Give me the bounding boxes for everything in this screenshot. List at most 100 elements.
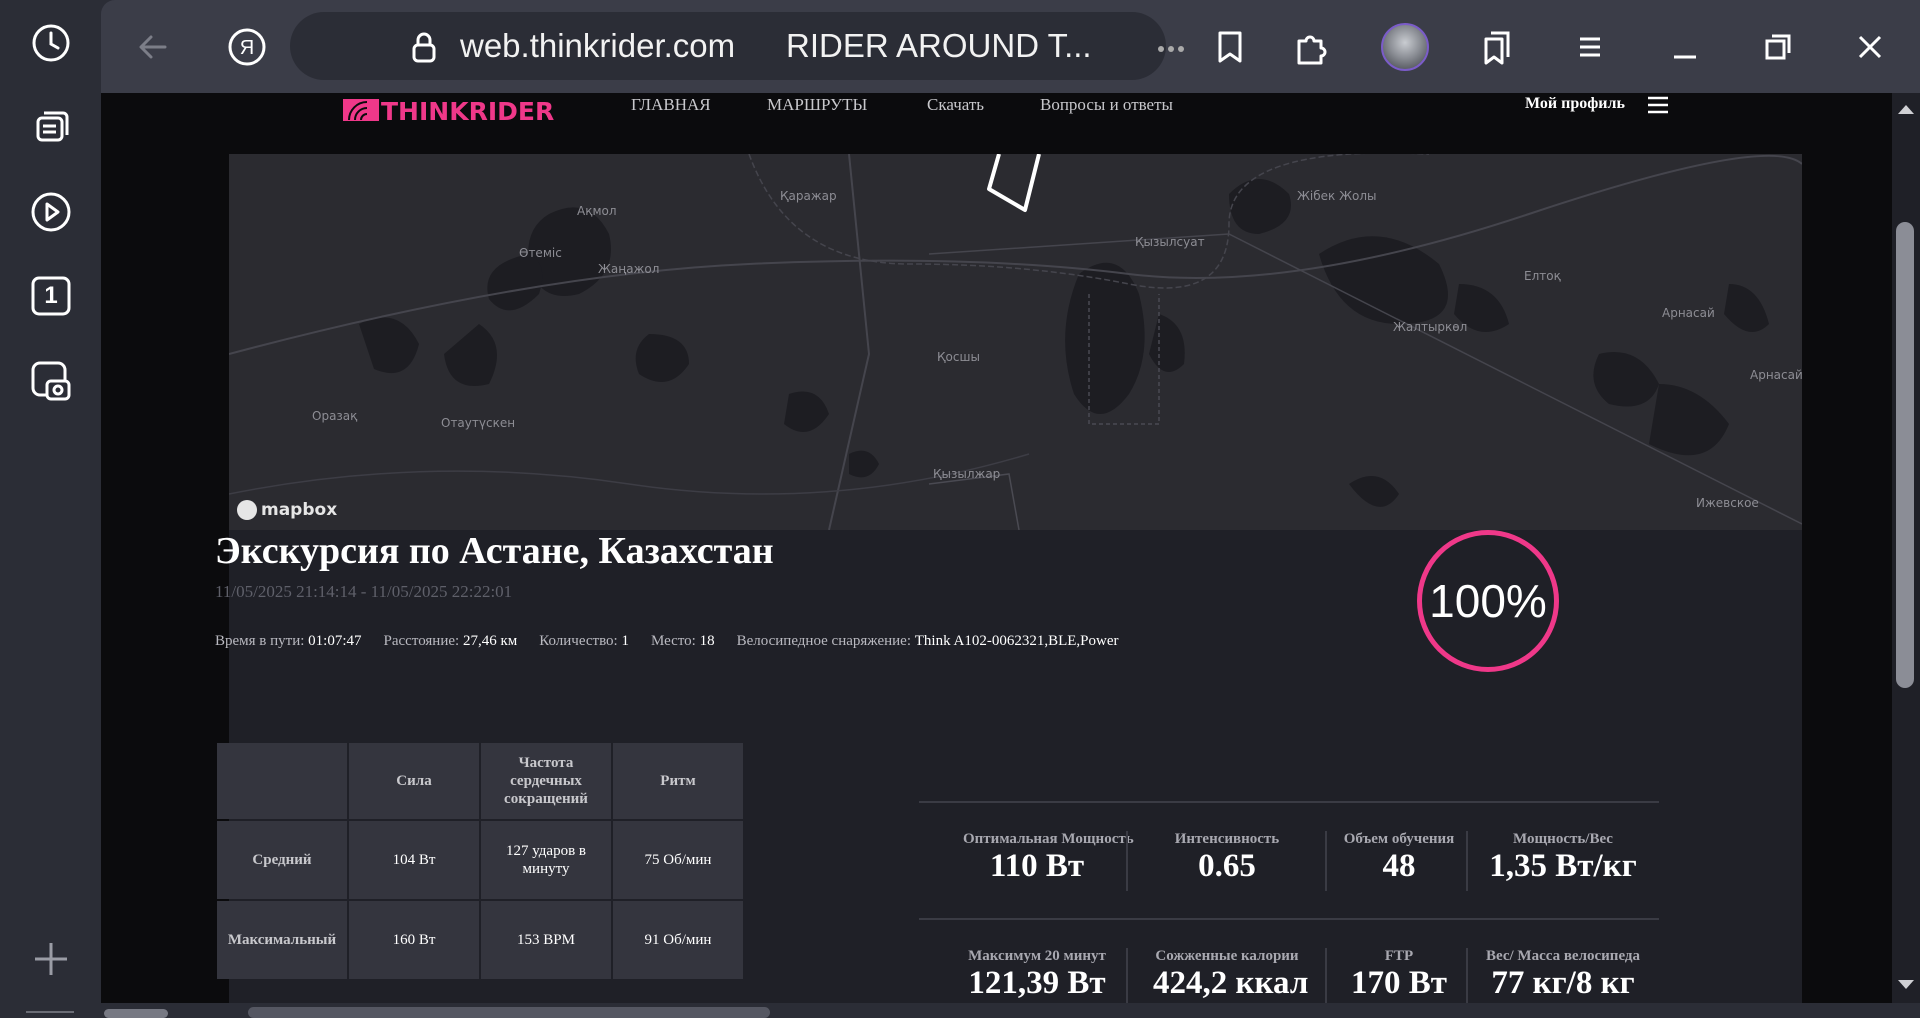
side-panel-divider <box>26 1011 74 1013</box>
extensions-icon[interactable] <box>1287 24 1335 70</box>
tab-counter-value: 1 <box>44 282 58 309</box>
table-cell: 75 Об/мин <box>613 821 743 899</box>
map-label: Ижевское <box>1696 496 1759 510</box>
metric-power-weight: Мощность/Вес 1,35 Вт/кг <box>1489 831 1637 884</box>
metric-separator <box>1466 948 1468 1003</box>
collections-icon[interactable] <box>28 104 74 150</box>
history-icon[interactable] <box>28 20 74 66</box>
table-cell: 104 Вт <box>349 821 479 899</box>
close-icon[interactable] <box>1846 24 1894 70</box>
profile-avatar[interactable] <box>1381 23 1429 71</box>
metric-calories: Сожженные калории 424,2 ккал <box>1153 948 1309 1001</box>
scroll-thumb[interactable] <box>1896 222 1914 688</box>
map-label: Қосшы <box>937 350 980 364</box>
metrics-divider <box>919 918 1659 920</box>
metrics-divider <box>919 801 1659 803</box>
bookmark-icon[interactable] <box>1206 24 1254 70</box>
site-menu-icon[interactable] <box>1646 95 1670 115</box>
meta-duration: Время в пути: 01:07:47 <box>215 633 362 649</box>
table-cell: 127 ударов в минуту <box>481 821 611 899</box>
route-map[interactable]: Қаражар Ақмол Өтеміс Жаңажол Қызылсуат Ж… <box>229 154 1802 530</box>
map-label: Ақмол <box>577 204 617 218</box>
meta-equipment: Велосипедное снаряжение: Think A102-0062… <box>736 633 1119 649</box>
stats-table: Сила Частота сердечных сокращений Ритм С… <box>215 741 745 981</box>
map-label: Өтеміс <box>519 246 562 260</box>
video-play-icon[interactable] <box>28 189 74 235</box>
map-label: Арнасай <box>1662 306 1715 320</box>
page-viewport: THINKRIDER ГЛАВНАЯ МАРШРУТЫ Скачать Вопр… <box>101 93 1892 1003</box>
thinkrider-logo[interactable]: THINKRIDER <box>343 96 565 124</box>
metric-separator <box>1325 948 1327 1003</box>
map-label: Жалтыркөл <box>1393 320 1468 334</box>
more-dots-icon[interactable] <box>1147 24 1195 70</box>
ride-title: Экскурсия по Астане, Казахстан <box>215 530 774 572</box>
map-label: Жаңажол <box>598 262 660 276</box>
map-label: Қызылжар <box>933 467 1001 481</box>
nav-faq[interactable]: Вопросы и ответы <box>1040 95 1173 115</box>
meta-count: Количество: 1 <box>539 633 629 649</box>
metric-training-volume: Объем обучения 48 <box>1343 831 1455 884</box>
row-label: Максимальный <box>217 901 347 979</box>
nav-home[interactable]: ГЛАВНАЯ <box>631 95 711 115</box>
site-header: THINKRIDER ГЛАВНАЯ МАРШРУТЫ Скачать Вопр… <box>101 93 1892 153</box>
map-label: Қаражар <box>780 189 837 203</box>
metric-max-20min: Максимум 20 минут 121,39 Вт <box>968 948 1106 1001</box>
hscroll-thumb-small[interactable] <box>104 1009 168 1018</box>
menu-icon[interactable] <box>1566 24 1614 70</box>
mapbox-icon <box>237 500 257 520</box>
table-header: Ритм <box>613 743 743 819</box>
logo-text: THINKRIDER <box>381 97 554 124</box>
meta-place: Место: 18 <box>650 633 715 649</box>
meta-distance: Расстояние: 27,46 км <box>383 633 518 649</box>
hscroll-thumb[interactable] <box>248 1007 770 1018</box>
table-cell: 153 BPM <box>481 901 611 979</box>
metric-separator <box>1126 831 1128 891</box>
nav-routes[interactable]: МАРШРУТЫ <box>767 95 867 115</box>
browser-side-panel: 1 <box>0 0 101 1018</box>
minimize-icon[interactable] <box>1661 24 1709 70</box>
completion-value: 100% <box>1429 575 1547 627</box>
map-label: Отаутүскен <box>441 416 516 430</box>
metric-intensity: Интенсивность 0.65 <box>1174 831 1280 884</box>
map-label: Арнасай <box>1750 368 1802 382</box>
scroll-down-icon[interactable] <box>1896 978 1916 992</box>
my-profile-link[interactable]: Мой профиль <box>1525 95 1625 113</box>
scroll-up-icon[interactable] <box>1896 102 1916 116</box>
nav-download[interactable]: Скачать <box>927 95 984 115</box>
table-row: Максимальный 160 Вт 153 BPM 91 Об/мин <box>217 901 743 979</box>
map-canvas <box>229 154 1802 530</box>
metric-ftp: FTP 170 Вт <box>1351 948 1447 1001</box>
ride-meta: Время в пути: 01:07:47 Расстояние: 27,46… <box>215 633 1118 650</box>
mapbox-text: mapbox <box>261 500 338 520</box>
metric-weight: Вес/ Масса велосипеда 77 кг/8 кг <box>1486 948 1640 1001</box>
tab-counter-icon[interactable]: 1 <box>28 273 74 319</box>
table-cell: 91 Об/мин <box>613 901 743 979</box>
mapbox-attribution[interactable]: mapbox <box>237 500 337 520</box>
table-header: Частота сердечных сокращений <box>481 743 611 819</box>
table-row: Средний 104 Вт 127 ударов в минуту 75 Об… <box>217 821 743 899</box>
map-label: Қызылсуат <box>1135 235 1205 249</box>
table-header-row: Сила Частота сердечных сокращений Ритм <box>217 743 743 819</box>
metric-separator <box>1325 831 1327 891</box>
table-header <box>217 743 347 819</box>
url-text[interactable]: web.thinkrider.com <box>460 27 735 65</box>
map-label: Елтоқ <box>1524 269 1561 283</box>
back-arrow-icon[interactable] <box>129 24 177 70</box>
metric-separator <box>1126 948 1128 1003</box>
table-cell: 160 Вт <box>349 901 479 979</box>
lock-icon[interactable] <box>400 24 448 70</box>
yandex-icon[interactable]: Я <box>223 24 271 70</box>
row-label: Средний <box>217 821 347 899</box>
add-panel-icon[interactable] <box>28 936 74 982</box>
bookmarks-panel-icon[interactable] <box>1473 24 1521 70</box>
tab-title-text: RIDER AROUND T... <box>786 27 1092 64</box>
completion-ring: 100% <box>1417 530 1559 672</box>
ride-dates: 11/05/2025 21:14:14 - 11/05/2025 22:22:0… <box>215 582 513 601</box>
restore-icon[interactable] <box>1754 24 1802 70</box>
table-header: Сила <box>349 743 479 819</box>
map-label: Оразақ <box>312 409 358 423</box>
screenshot-icon[interactable] <box>28 358 74 404</box>
metric-optimal-power: Оптимальная Мощность 110 Вт <box>963 831 1134 884</box>
svg-text:Я: Я <box>240 37 254 59</box>
map-label: Жібек Жолы <box>1297 189 1377 203</box>
